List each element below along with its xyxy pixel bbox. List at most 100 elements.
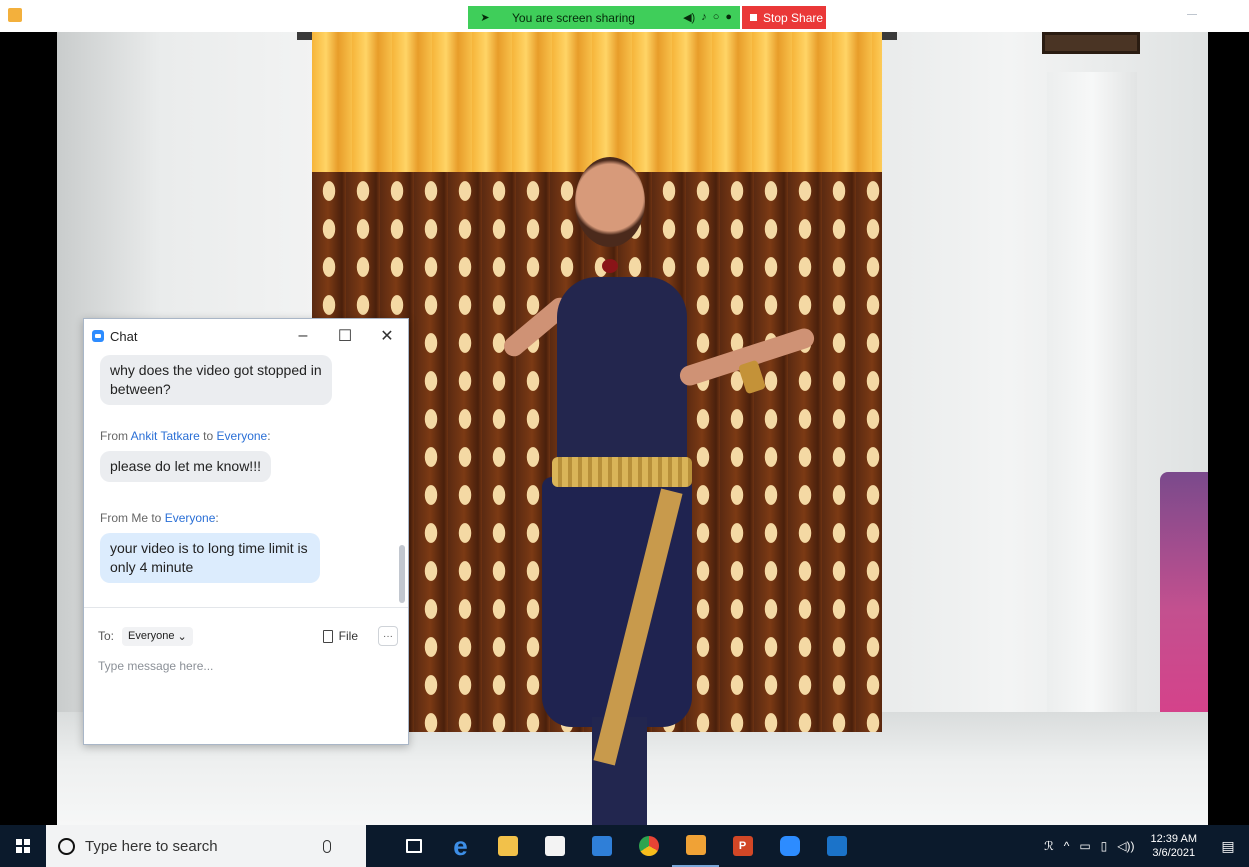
file-icon [322, 629, 333, 643]
minimize-dash[interactable] [1187, 14, 1197, 15]
sender-suffix: : [215, 511, 219, 525]
app-icon [8, 8, 22, 22]
taskbar-search[interactable] [46, 825, 366, 867]
recipient-value: Everyone [128, 630, 175, 642]
zoom-share-button[interactable] [672, 825, 719, 867]
file-label: File [338, 629, 358, 643]
sender-suffix: : [267, 429, 271, 443]
dancer-bangle [737, 359, 767, 395]
clock-time: 12:39 AM [1150, 833, 1197, 845]
stop-share-label: Stop Share [763, 10, 824, 25]
powerpoint-button[interactable]: P [719, 825, 766, 867]
zoom-icon [779, 836, 800, 856]
to-label: To: [98, 629, 115, 643]
message-sender-line: From Ankit Tatkare to Everyone: [100, 429, 271, 443]
settings-icon[interactable]: ● [725, 11, 732, 24]
chat-message: please do let me know!!! [100, 451, 271, 482]
more-options-button[interactable]: ··· [378, 626, 398, 646]
picture-frame [1042, 32, 1140, 54]
file-explorer-button[interactable] [484, 825, 531, 867]
chat-message-own: your video is to long time limit is only… [100, 533, 320, 583]
recipient-name[interactable]: Everyone [217, 429, 268, 443]
recipient-row: To: Everyone ⌄ File ··· [98, 625, 398, 647]
folder-icon [497, 836, 518, 856]
message-text: only 4 minute [110, 559, 194, 575]
scroll-thumb[interactable] [399, 545, 405, 603]
zoom-button[interactable] [766, 825, 813, 867]
people-icon[interactable]: ℛ [1044, 839, 1054, 853]
powerpoint-icon: P [732, 836, 753, 856]
letterbox-right [1208, 32, 1249, 825]
clock[interactable]: 12:39 AM 3/6/2021 [1145, 832, 1203, 860]
letterbox-left [0, 32, 57, 825]
chevron-down-icon: ⌄ [177, 630, 187, 643]
sharing-status-text: You are screen sharing [512, 10, 635, 25]
cortana-icon[interactable] [58, 837, 75, 855]
volume-icon[interactable]: ◁)) [1117, 839, 1134, 853]
recipient-dropdown[interactable]: Everyone ⌄ [122, 626, 193, 646]
chrome-button[interactable] [625, 825, 672, 867]
pinned-apps: e P [390, 825, 860, 867]
file-button[interactable]: File [322, 629, 358, 643]
mail-icon [591, 836, 612, 856]
dancer-head [575, 157, 645, 247]
chevron-up-icon[interactable]: ^ [1064, 839, 1070, 853]
close-button[interactable]: ✕ [366, 319, 408, 353]
divider [84, 607, 408, 608]
chat-message: why does the video got stopped in betwee… [100, 355, 332, 405]
wall-pillar [1047, 72, 1137, 712]
sender-name[interactable]: Ankit Tatkare [131, 429, 200, 443]
zoom-share-icon [685, 835, 706, 855]
chat-title: Chat [110, 328, 138, 344]
search-input[interactable] [85, 837, 315, 855]
task-view-button[interactable] [390, 825, 437, 867]
edge-icon: e [453, 830, 468, 861]
message-text: between? [110, 381, 171, 397]
pin-icon[interactable]: ➤ [476, 11, 494, 24]
windows-logo-icon [16, 839, 30, 853]
start-button[interactable] [0, 825, 46, 867]
chat-messages[interactable]: why does the video got stopped in betwee… [84, 353, 408, 607]
screen-share-strip: ➤ You are screen sharing ◀) ♪ ○ ● Stop S… [0, 0, 1249, 32]
video-app-button[interactable] [813, 825, 860, 867]
chat-window: Chat – ☐ ✕ why does the video got stoppe… [83, 318, 409, 745]
microphone-icon[interactable] [323, 839, 331, 853]
stop-icon [750, 14, 757, 21]
microphone-icon[interactable]: ♪ [701, 11, 707, 24]
system-tray: ℛ ^ ▭ ▯ ◁)) 12:39 AM 3/6/2021 ▤ [1044, 825, 1249, 867]
battery-icon[interactable]: ▭ [1079, 839, 1090, 853]
task-view-icon [405, 839, 422, 853]
store-icon [544, 836, 565, 856]
dancer-belt [552, 457, 692, 487]
from-prefix: From [100, 429, 131, 443]
message-text: your video is to long time limit is [110, 540, 308, 556]
store-button[interactable] [531, 825, 578, 867]
pause-icon[interactable]: ○ [713, 11, 720, 24]
dancer-torso [557, 277, 687, 477]
minimize-button[interactable]: – [282, 319, 324, 353]
network-icon[interactable]: ▯ [1101, 839, 1108, 853]
from-prefix: From Me to [100, 511, 165, 525]
maximize-button[interactable]: ☐ [324, 319, 366, 353]
speaker-icon[interactable]: ◀) [683, 11, 695, 24]
dancer-mouth [602, 259, 618, 273]
stop-share-button[interactable]: Stop Share [742, 6, 826, 29]
message-input[interactable] [98, 659, 394, 729]
zoom-chat-icon [92, 330, 104, 342]
dancer [497, 157, 837, 825]
notification-icon[interactable]: ▤ [1213, 825, 1243, 867]
screen-sharing-toolbar[interactable]: ➤ You are screen sharing ◀) ♪ ○ ● [468, 6, 740, 29]
video-app-icon [826, 836, 847, 856]
wall-right [877, 32, 1208, 825]
recipient-name[interactable]: Everyone [165, 511, 216, 525]
curtain-top-panel [312, 32, 882, 172]
message-sender-line: From Me to Everyone: [100, 511, 219, 525]
chat-scrollbar[interactable] [399, 355, 405, 607]
clock-date: 3/6/2021 [1152, 847, 1196, 859]
message-text: please do let me know!!! [110, 458, 261, 474]
chat-titlebar[interactable]: Chat – ☐ ✕ [84, 319, 408, 353]
to-word: to [199, 429, 217, 443]
edge-button[interactable]: e [437, 825, 484, 867]
mail-button[interactable] [578, 825, 625, 867]
message-text: why does the video got stopped in [110, 362, 322, 378]
